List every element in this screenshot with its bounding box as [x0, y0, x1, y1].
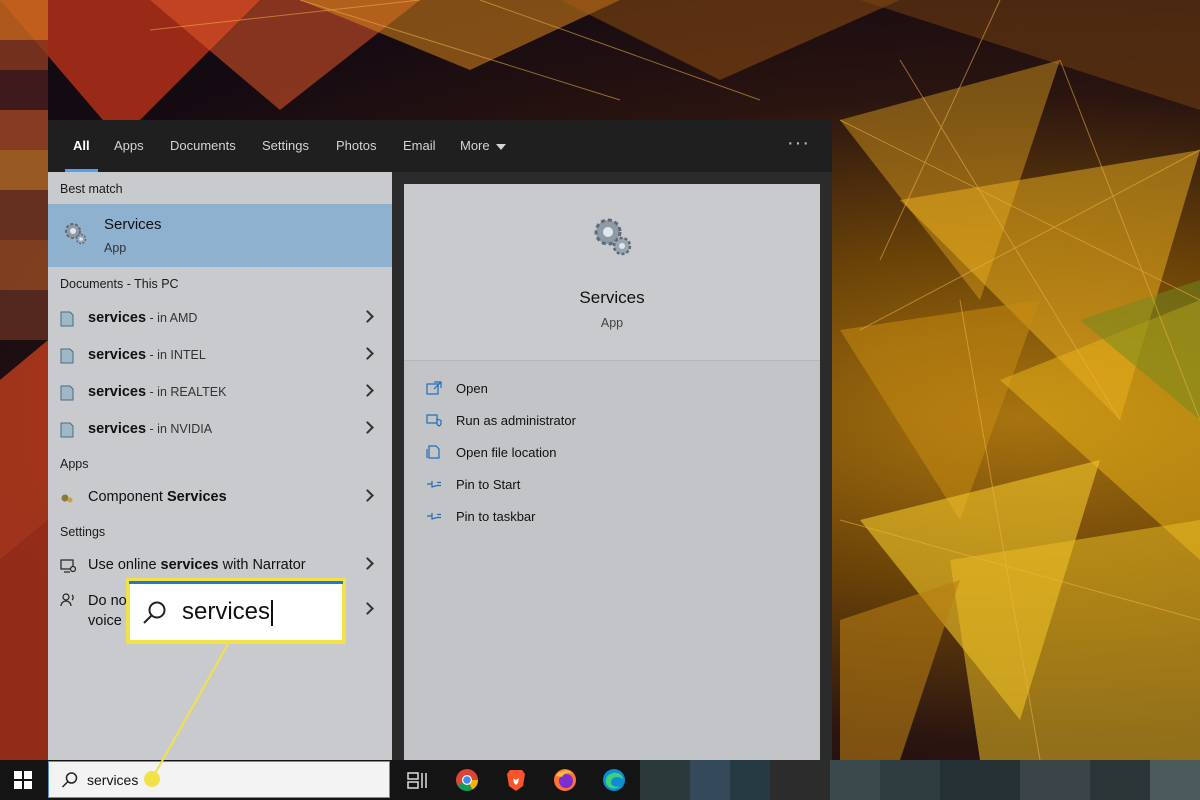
best-match-subtitle: App — [104, 241, 127, 255]
document-icon — [60, 348, 74, 364]
best-match-header: Best match — [60, 182, 123, 196]
services-gear-icon — [65, 223, 87, 245]
document-item-label: services - in NVIDIA — [88, 421, 213, 437]
best-match-item[interactable]: Services App — [48, 204, 392, 267]
app-item-component-services[interactable]: Component Services — [48, 480, 392, 516]
taskbar-search-input[interactable] — [87, 768, 367, 792]
tab-documents[interactable]: Documents — [170, 120, 236, 172]
search-panel: All Apps Documents Settings Photos Email… — [48, 120, 832, 760]
open-file-location-label: Open file location — [456, 445, 557, 460]
document-item[interactable]: services - in INTEL — [48, 338, 392, 374]
chevron-right-icon — [361, 602, 374, 615]
settings-header: Settings — [60, 525, 106, 539]
run-as-admin-label: Run as administrator — [456, 413, 576, 428]
document-item[interactable]: services - in AMD — [48, 301, 392, 337]
pin-icon — [427, 513, 441, 520]
document-icon — [60, 311, 74, 327]
tab-settings[interactable]: Settings — [262, 120, 309, 172]
search-callout: services — [126, 578, 346, 644]
documents-header: Documents - This PC — [60, 277, 179, 291]
tab-more-label: More — [460, 138, 490, 153]
best-match-title: Services — [104, 216, 162, 233]
edge-icon[interactable] — [600, 766, 628, 794]
document-item[interactable]: services - in NVIDIA — [48, 412, 392, 448]
task-view-icon[interactable] — [403, 766, 431, 794]
app-preview: Services App — [404, 184, 820, 361]
blurred-desktop-icons — [0, 0, 48, 760]
document-item-label: services - in REALTEK — [88, 384, 227, 400]
chevron-right-icon — [361, 347, 374, 360]
brave-icon[interactable] — [502, 766, 530, 794]
document-icon — [60, 422, 74, 438]
pin-icon — [427, 481, 441, 488]
settings-item-label: Use online services with Narrator — [88, 557, 306, 573]
search-tabs: All Apps Documents Settings Photos Email… — [48, 120, 832, 172]
chevron-right-icon — [361, 489, 374, 502]
preview-title: Services — [579, 288, 645, 307]
chrome-icon[interactable] — [453, 766, 481, 794]
pin-to-start-label: Pin to Start — [456, 477, 521, 492]
shield-icon — [426, 414, 442, 427]
component-services-icon — [61, 494, 73, 503]
chevron-right-icon — [361, 421, 374, 434]
caret-down-icon — [495, 143, 506, 150]
preview-subtitle: App — [600, 316, 624, 330]
document-icon — [60, 385, 74, 401]
document-item[interactable]: services - in REALTEK — [48, 375, 392, 411]
results-list: Best match Services App Documents - This… — [48, 172, 392, 760]
search-icon — [143, 601, 166, 624]
chevron-right-icon — [361, 557, 374, 570]
app-item-label: Component Services — [88, 489, 227, 505]
tab-email[interactable]: Email — [403, 120, 436, 172]
taskbar-search-box[interactable] — [48, 761, 390, 798]
search-icon — [61, 772, 78, 788]
voice-person-icon — [60, 593, 74, 607]
taskbar — [0, 760, 1200, 800]
tab-more[interactable]: More — [460, 120, 506, 172]
windows-start-icon[interactable] — [14, 771, 32, 789]
more-options-icon[interactable]: ··· — [787, 120, 810, 172]
callout-search-text: services — [182, 598, 273, 626]
apps-header: Apps — [60, 457, 89, 471]
firefox-icon[interactable] — [551, 766, 579, 794]
open-icon — [426, 381, 442, 395]
chevron-right-icon — [361, 310, 374, 323]
tab-apps[interactable]: Apps — [114, 120, 144, 172]
open-action-label: Open — [456, 381, 488, 396]
narrator-monitor-icon — [60, 559, 76, 573]
document-item-label: services - in INTEL — [88, 347, 206, 363]
chevron-right-icon — [361, 384, 374, 397]
services-gear-icon — [594, 218, 632, 256]
tab-all[interactable]: All — [65, 120, 98, 172]
document-item-label: services - in AMD — [88, 310, 198, 326]
text-cursor — [271, 599, 273, 626]
settings-item-voice-label: Do no voice — [88, 593, 127, 629]
file-location-icon — [426, 445, 440, 459]
pin-to-taskbar-label: Pin to taskbar — [456, 509, 536, 524]
tab-photos[interactable]: Photos — [336, 120, 376, 172]
preview-pane: Services App Open Run as administrator O… — [404, 184, 820, 760]
